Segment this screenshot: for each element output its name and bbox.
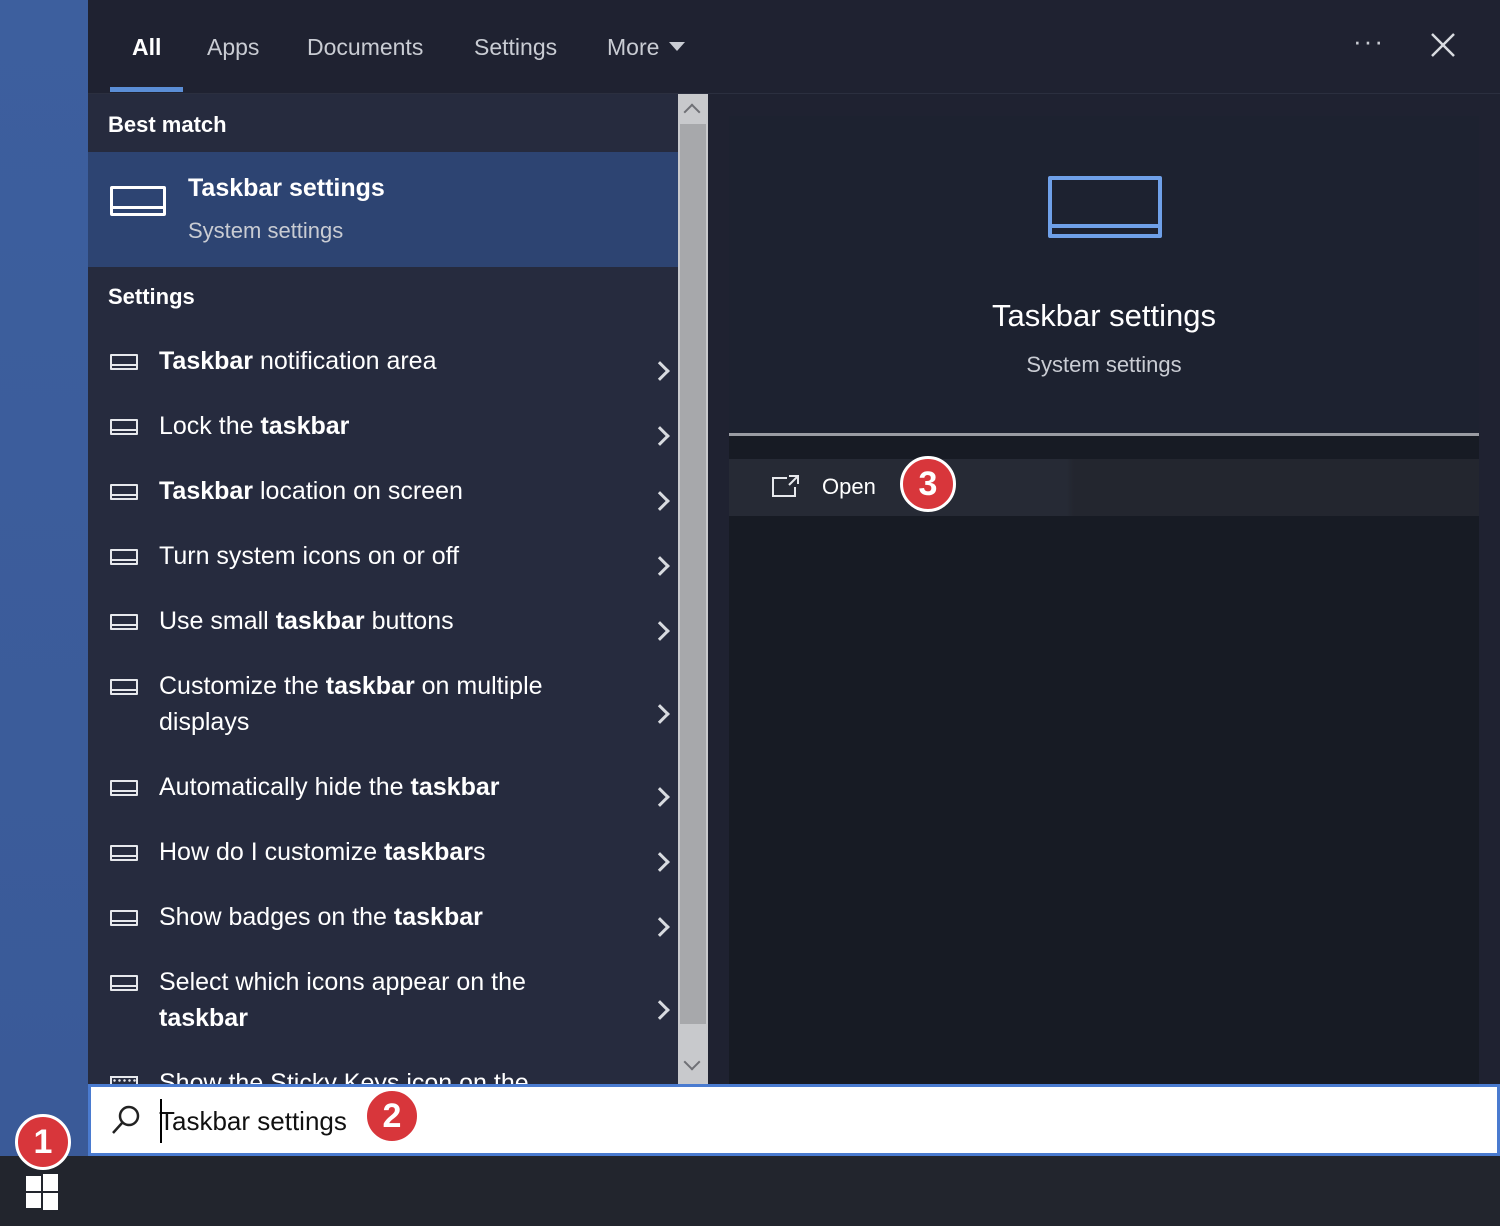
open-external-icon <box>772 475 799 497</box>
taskbar-icon <box>110 910 138 926</box>
label-segment: Taskbar <box>159 347 254 375</box>
label-segment: taskbar <box>393 903 483 931</box>
best-match-heading: Best match <box>108 112 227 137</box>
callout-badge-1: 1 <box>15 1114 71 1170</box>
chevron-right-icon[interactable] <box>650 490 670 511</box>
settings-result-label: Show badges on the taskbar <box>159 899 619 935</box>
settings-result-label: Use small taskbar buttons <box>159 603 619 639</box>
preview-card: Taskbar settings System settings Open <box>729 116 1479 1084</box>
settings-result-item[interactable]: Show badges on the taskbar <box>88 895 678 960</box>
results-area: Best match Taskbar settings System setti… <box>88 0 1500 1084</box>
taskbar-icon <box>110 845 138 861</box>
settings-result-item[interactable]: Automatically hide the taskbar <box>88 765 678 830</box>
label-segment: Show badges on the <box>159 903 394 931</box>
settings-result-label: Customize the taskbar on multiple displa… <box>159 668 619 740</box>
results-scrollbar[interactable] <box>678 94 708 1084</box>
chevron-right-icon[interactable] <box>650 703 670 724</box>
taskbar-icon <box>110 186 166 216</box>
settings-result-item[interactable]: Use small taskbar buttons <box>88 599 678 664</box>
label-segment: buttons <box>364 607 454 635</box>
label-segment: Select which icons appear on the <box>159 968 526 996</box>
open-button[interactable]: Open <box>729 459 1479 516</box>
label-segment: Customize the <box>159 672 326 700</box>
label-segment: taskbar <box>325 672 415 700</box>
settings-result-item[interactable]: How do I customize taskbars <box>88 830 678 895</box>
settings-result-label: Select which icons appear on the taskbar <box>159 964 619 1036</box>
label-segment: taskbar <box>384 838 474 866</box>
search-icon <box>112 1105 140 1134</box>
search-box[interactable] <box>88 1084 1500 1156</box>
settings-result-item[interactable]: Turn system icons on or off <box>88 534 678 599</box>
taskbar-icon <box>110 614 138 630</box>
settings-result-item[interactable]: Select which icons appear on the taskbar <box>88 960 678 1061</box>
label-segment: s <box>473 838 486 866</box>
taskbar-icon <box>110 549 138 565</box>
label-segment: taskbar <box>260 412 350 440</box>
chevron-right-icon[interactable] <box>650 360 670 381</box>
taskbar-icon <box>110 780 138 796</box>
label-segment: Use small <box>159 607 276 635</box>
settings-result-label: Lock the taskbar <box>159 408 619 444</box>
settings-heading: Settings <box>108 284 195 309</box>
chevron-right-icon[interactable] <box>650 999 670 1020</box>
taskbar <box>0 1156 1500 1226</box>
settings-result-label: Turn system icons on or off <box>159 538 619 574</box>
desktop-background <box>0 0 88 1156</box>
results-list: Best match Taskbar settings System setti… <box>88 94 678 1084</box>
taskbar-icon <box>110 679 138 695</box>
scroll-down-arrow-icon[interactable] <box>683 1053 701 1071</box>
chevron-right-icon[interactable] <box>650 620 670 641</box>
best-match-subtitle: System settings <box>188 218 344 243</box>
label-segment: taskbar <box>159 1004 248 1032</box>
settings-result-label: Taskbar notification area <box>159 343 619 379</box>
label-segment: How do I customize <box>159 838 385 866</box>
chevron-right-icon[interactable] <box>650 555 670 576</box>
taskbar-icon <box>110 484 138 500</box>
settings-result-label: How do I customize taskbars <box>159 834 619 870</box>
scroll-up-arrow-icon[interactable] <box>683 103 701 121</box>
settings-result-item[interactable]: Lock the taskbar <box>88 404 678 469</box>
taskbar-icon <box>110 975 138 991</box>
label-segment: notification area <box>253 347 437 375</box>
best-match-item[interactable]: Taskbar settings System settings <box>88 152 678 267</box>
preview-header: Taskbar settings System settings <box>729 116 1479 434</box>
label-segment: Show the Sticky Keys icon on the <box>159 1069 529 1084</box>
label-segment: taskbar <box>410 773 500 801</box>
taskbar-icon <box>1048 176 1162 238</box>
label-segment: Turn system icons on or off <box>159 542 460 570</box>
label-segment: Taskbar <box>159 477 254 505</box>
search-input[interactable] <box>159 1101 1459 1141</box>
taskbar-icon <box>110 419 138 435</box>
settings-result-item[interactable]: Taskbar notification area <box>88 339 678 404</box>
settings-result-label: Show the Sticky Keys icon on the <box>159 1065 619 1084</box>
open-label: Open <box>822 474 876 499</box>
settings-result-label: Automatically hide the taskbar <box>159 769 619 805</box>
settings-result-item[interactable]: Customize the taskbar on multiple displa… <box>88 664 678 765</box>
settings-result-item[interactable]: Show the Sticky Keys icon on the <box>88 1061 678 1084</box>
chevron-right-icon[interactable] <box>650 786 670 807</box>
preview-pane: Taskbar settings System settings Open <box>708 94 1500 1084</box>
keyboard-icon <box>110 1076 138 1084</box>
preview-title: Taskbar settings <box>992 298 1216 333</box>
label-segment: Lock the <box>159 412 261 440</box>
preview-divider <box>729 433 1479 436</box>
chevron-right-icon[interactable] <box>650 851 670 872</box>
callout-badge-2: 2 <box>364 1088 420 1144</box>
label-segment: Automatically hide the <box>159 773 411 801</box>
callout-badge-3: 3 <box>900 456 956 512</box>
best-match-title: Taskbar settings <box>188 174 385 202</box>
preview-subtitle: System settings <box>1026 352 1182 377</box>
chevron-right-icon[interactable] <box>650 916 670 937</box>
start-button[interactable] <box>26 1174 60 1210</box>
settings-result-label: Taskbar location on screen <box>159 473 619 509</box>
label-segment: location on screen <box>253 477 463 505</box>
label-segment: taskbar <box>275 607 365 635</box>
scrollbar-thumb[interactable] <box>680 124 706 1024</box>
chevron-right-icon[interactable] <box>650 425 670 446</box>
taskbar-icon <box>110 354 138 370</box>
settings-result-item[interactable]: Taskbar location on screen <box>88 469 678 534</box>
text-cursor <box>160 1099 162 1143</box>
